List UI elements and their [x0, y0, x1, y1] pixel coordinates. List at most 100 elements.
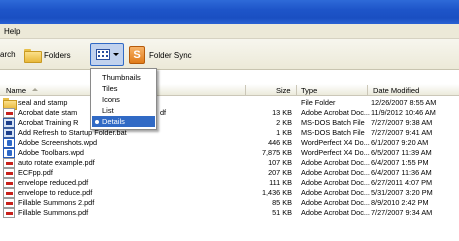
file-name: Adobe Screenshots.wpd — [18, 138, 98, 147]
file-date-modified: 6/1/2007 9:20 AM — [371, 138, 429, 147]
menu-help[interactable]: Help — [4, 27, 20, 36]
chevron-down-icon — [112, 53, 119, 56]
wordperfect-icon — [3, 138, 15, 148]
views-menu-item-label: Tiles — [102, 84, 118, 93]
window-titlebar[interactable] — [0, 0, 459, 24]
file-date-modified: 5/31/2007 3:20 PM — [371, 188, 433, 197]
file-type: Adobe Acrobat Doc... — [301, 108, 370, 117]
folder-sync-button[interactable]: S Folder Sync — [129, 44, 192, 66]
pdf-icon — [3, 108, 15, 118]
file-row[interactable]: envelope to reduce.pdf 1,436 KB Adobe Acro… — [0, 188, 459, 198]
toolbar: arch Folders S Folder Sync — [0, 39, 459, 70]
file-type: Adobe Acrobat Doc... — [301, 158, 370, 167]
pdf-icon — [3, 158, 15, 168]
file-size: 7,875 KB — [261, 148, 292, 157]
file-row[interactable]: auto rotate example.pdf 107 KB Adobe Acrob… — [0, 158, 459, 168]
pdf-icon — [3, 178, 15, 188]
views-menu-item-thumbnails[interactable]: Thumbnails — [92, 72, 155, 83]
folders-button-label: Folders — [44, 50, 71, 60]
file-row[interactable]: Adobe Toolbars.wpd 7,875 KB WordPerfect X4… — [0, 148, 459, 158]
file-name: ECFpp.pdf — [18, 168, 53, 177]
views-dropdown-menu: Thumbnails Tiles Icons List Details — [90, 68, 157, 130]
views-menu-item-label: Icons — [102, 95, 120, 104]
file-size: 13 KB — [272, 108, 292, 117]
column-header-type[interactable]: Type — [301, 86, 317, 95]
file-name: Fillable Summons.pdf — [18, 208, 89, 217]
file-type: Adobe Acrobat Doc... — [301, 178, 370, 187]
file-row[interactable]: envelope reduced.pdf 111 KB Adobe Acrobat … — [0, 178, 459, 188]
file-date-modified: 6/5/2007 11:39 AM — [371, 148, 432, 157]
file-date-modified: 7/27/2007 9:41 AM — [371, 128, 433, 137]
views-menu-item-label: List — [102, 106, 114, 115]
menu-bar: Help — [0, 24, 459, 39]
file-size: 85 KB — [272, 198, 292, 207]
file-date-modified: 7/27/2007 9:34 AM — [371, 208, 433, 217]
file-size: 446 KB — [268, 138, 292, 147]
file-type: Adobe Acrobat Doc... — [301, 168, 370, 177]
file-name-tail: df — [160, 108, 167, 117]
file-row[interactable]: seal and stamp File Folder 12/26/2007 8:55… — [0, 98, 459, 110]
column-header-date[interactable]: Date Modified — [373, 86, 419, 95]
file-row[interactable]: Fillable Summons 2.pdf 85 KB Adobe Acrobat… — [0, 198, 459, 208]
file-list[interactable]: Name Size Type Date Modified seal and st… — [0, 70, 459, 241]
selected-bullet-icon — [95, 120, 99, 124]
views-menu-item-icons[interactable]: Icons — [92, 94, 155, 105]
column-header-bar: Name Size Type Date Modified — [0, 84, 459, 96]
file-row[interactable]: Fillable Summons.pdf 51 KB Adobe Acrobat D… — [0, 208, 459, 218]
file-date-modified: 11/9/2012 10:46 AM — [371, 108, 436, 117]
file-size: 51 KB — [272, 208, 292, 217]
folder-icon — [3, 98, 17, 110]
views-menu-item-tiles[interactable]: Tiles — [92, 83, 155, 94]
views-menu-item-list[interactable]: List — [92, 105, 155, 116]
file-date-modified: 7/27/2007 9:38 AM — [371, 118, 433, 127]
file-name: Acrobat date stam — [18, 108, 78, 117]
file-size: 207 KB — [268, 168, 292, 177]
file-date-modified: 6/4/2007 1:55 PM — [371, 158, 429, 167]
file-type: MS-DOS Batch File — [301, 118, 365, 127]
column-header-size[interactable]: Size — [276, 86, 291, 95]
file-rows: seal and stamp File Folder 12/26/2007 8:55… — [0, 98, 459, 218]
pdf-icon — [3, 208, 15, 218]
file-size: 111 KB — [269, 178, 292, 187]
file-date-modified: 6/4/2007 11:36 AM — [371, 168, 432, 177]
folder-sync-label: Folder Sync — [149, 50, 192, 60]
wordperfect-icon — [3, 148, 15, 158]
file-name: Acrobat Training R — [18, 118, 79, 127]
file-size: 1 KB — [276, 128, 292, 137]
file-name: auto rotate example.pdf — [18, 158, 95, 167]
folders-button[interactable]: Folders — [21, 44, 74, 66]
file-type: WordPerfect X4 Do... — [301, 148, 370, 157]
views-button[interactable] — [90, 43, 124, 66]
pdf-icon — [3, 168, 15, 178]
file-row[interactable]: Adobe Screenshots.wpd 446 KB WordPerfect X… — [0, 138, 459, 148]
file-row[interactable]: Add Refresh to Startup Folder.bat 1 KB MS-… — [0, 128, 459, 138]
file-type: Adobe Acrobat Doc... — [301, 198, 370, 207]
file-type: Adobe Acrobat Doc... — [301, 188, 370, 197]
file-row[interactable]: Acrobat date stam df 13 KB Adobe Acrobat Do… — [0, 108, 459, 118]
file-date-modified: 6/27/2011 4:07 PM — [371, 178, 433, 187]
search-button-label[interactable]: arch — [0, 50, 16, 59]
batch-file-icon — [3, 128, 15, 138]
views-menu-item-details[interactable]: Details — [92, 116, 155, 127]
file-date-modified: 8/9/2010 2:42 PM — [371, 198, 429, 207]
file-name: envelope reduced.pdf — [18, 178, 89, 187]
file-size: 107 KB — [268, 158, 292, 167]
file-type: Adobe Acrobat Doc... — [301, 208, 370, 217]
file-name: Fillable Summons 2.pdf — [18, 198, 95, 207]
sort-ascending-icon — [32, 88, 39, 91]
file-size: 1,436 KB — [261, 188, 292, 197]
file-row[interactable]: Acrobat Training R 2 KB MS-DOS Batch File 7… — [0, 118, 459, 128]
file-type: MS-DOS Batch File — [301, 128, 365, 137]
file-type: File Folder — [301, 98, 336, 107]
file-name: Adobe Toolbars.wpd — [18, 148, 84, 157]
folder-icon — [24, 49, 42, 63]
column-header-name[interactable]: Name — [6, 86, 39, 95]
views-menu-item-label: Thumbnails — [102, 73, 141, 82]
pdf-icon — [3, 188, 15, 198]
batch-file-icon — [3, 118, 15, 128]
file-type: WordPerfect X4 Do... — [301, 138, 370, 147]
folder-sync-icon: S — [129, 46, 145, 64]
file-date-modified: 12/26/2007 8:55 AM — [371, 98, 437, 107]
views-icon — [95, 49, 110, 60]
file-row[interactable]: ECFpp.pdf 207 KB Adobe Acrobat Doc... 6/4/2… — [0, 168, 459, 178]
